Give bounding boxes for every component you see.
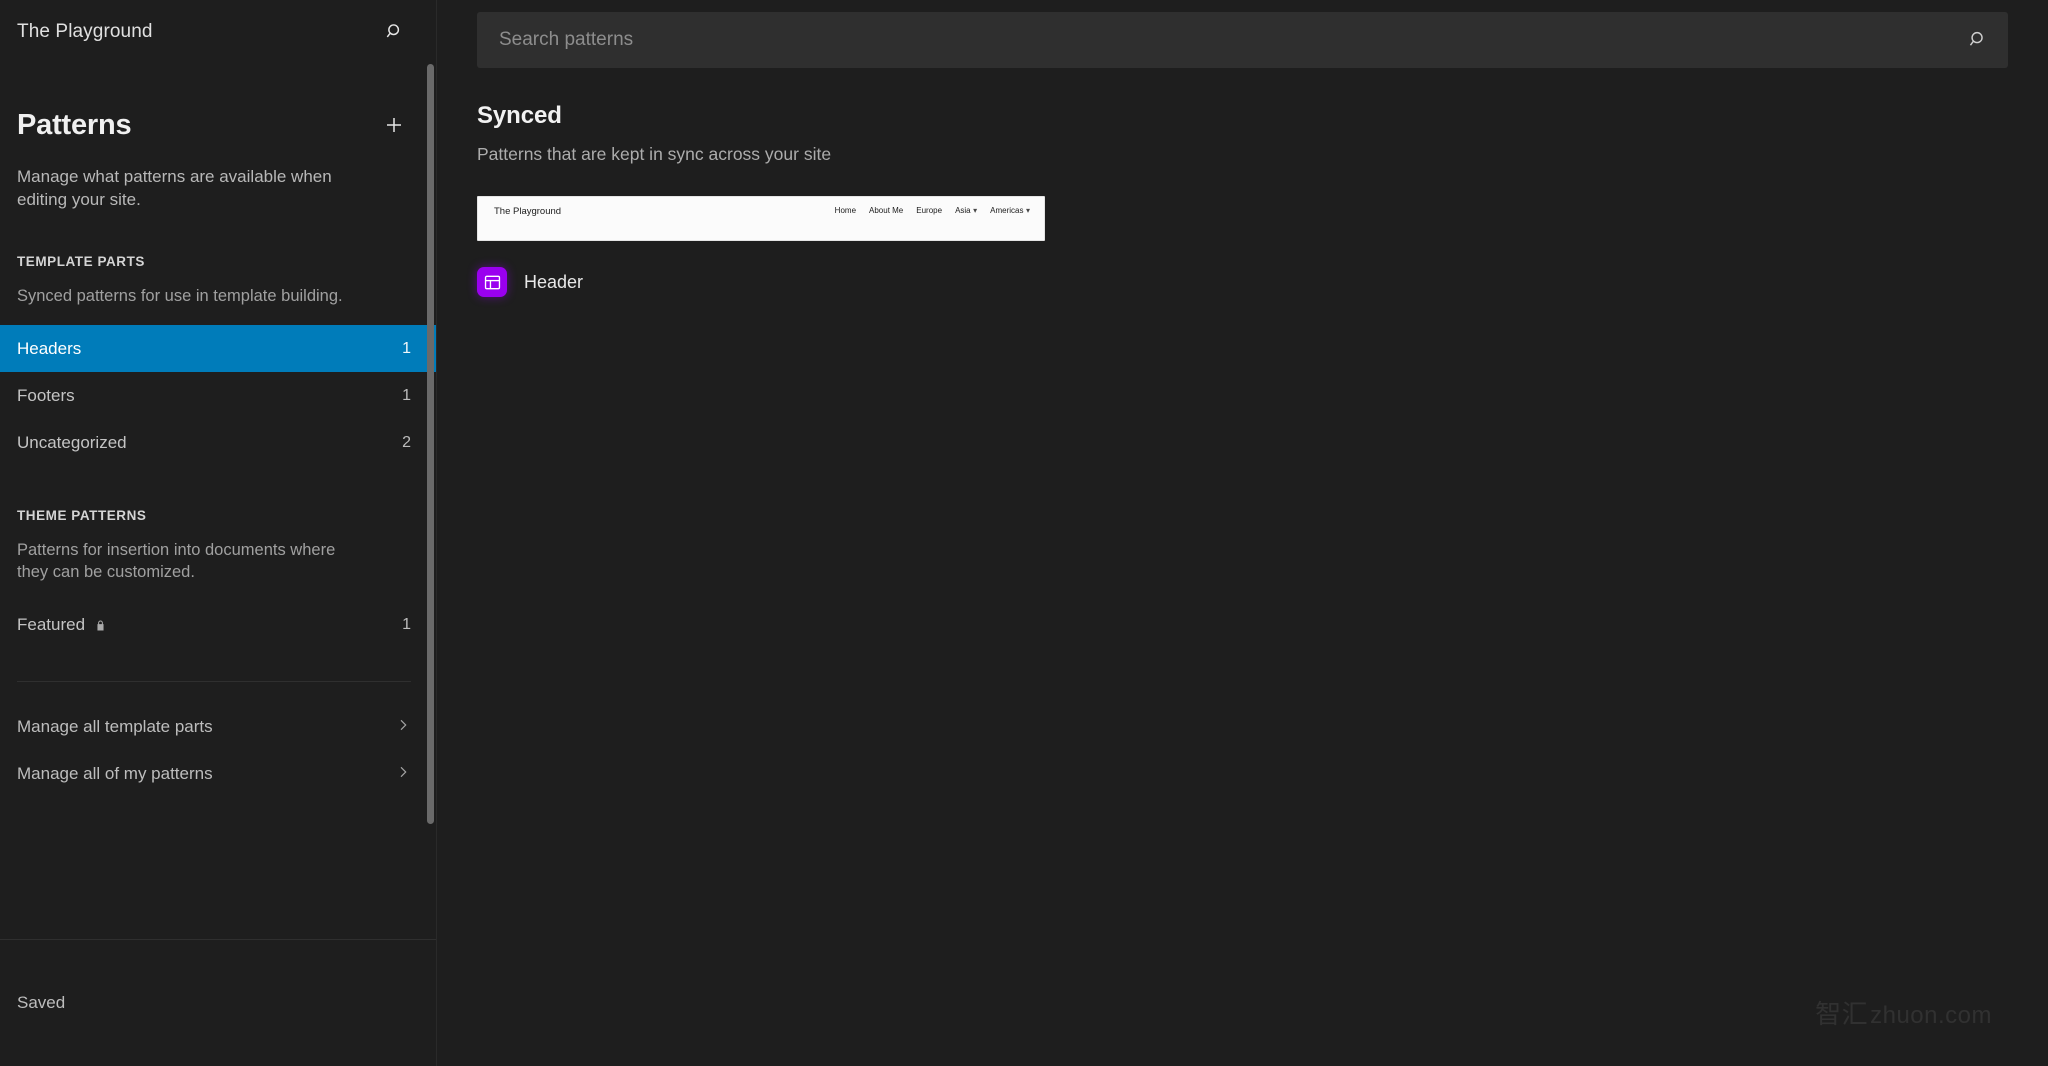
- search-input[interactable]: [477, 12, 2008, 68]
- chevron-right-icon: [395, 717, 411, 738]
- manage-all-template-parts-link[interactable]: Manage all template parts: [0, 704, 437, 751]
- section-title: Synced: [477, 102, 562, 129]
- search-icon[interactable]: [1967, 29, 1990, 52]
- sidebar-item-featured[interactable]: Featured 1: [0, 602, 437, 649]
- pattern-title: Header: [524, 271, 584, 292]
- synced-section: Synced Patterns that are kept in sync ac…: [437, 68, 2048, 297]
- search-icon[interactable]: [379, 16, 411, 48]
- plus-icon[interactable]: [377, 108, 411, 142]
- search-field[interactable]: [477, 12, 2008, 68]
- group-description-template-parts: Synced patterns for use in template buil…: [17, 286, 343, 305]
- watermark: 智汇 zhuon.com: [1815, 994, 1992, 1031]
- saved-label: Saved: [17, 993, 66, 1012]
- sidebar-item-count: 1: [402, 616, 411, 634]
- preview-nav-label: Home: [834, 206, 857, 215]
- sidebar: The Playground Patterns Manage what patt…: [0, 0, 437, 1066]
- manage-link-label: Manage all template parts: [17, 717, 213, 737]
- site-title-bar: The Playground: [0, 0, 437, 64]
- sidebar-item-uncategorized[interactable]: Uncategorized 2: [0, 419, 437, 466]
- preview-nav-item-americas: Americas ▾: [990, 206, 1030, 215]
- sidebar-item-headers[interactable]: Headers 1: [0, 325, 437, 373]
- watermark-cn: 智汇: [1815, 999, 1869, 1029]
- section-subtitle: Patterns that are kept in sync across yo…: [477, 144, 832, 164]
- sidebar-item-count: 1: [402, 386, 411, 404]
- chevron-down-icon: ▾: [973, 206, 978, 215]
- manage-all-my-patterns-link[interactable]: Manage all of my patterns: [0, 751, 437, 798]
- sidebar-item-label: Footers: [17, 385, 75, 405]
- panel-description: Manage what patterns are available when …: [17, 167, 332, 209]
- search-bar: [437, 0, 2048, 68]
- group-description-theme-patterns: Patterns for insertion into documents wh…: [17, 541, 336, 582]
- preview-nav-item-home: Home: [835, 206, 856, 215]
- patterns-header: Patterns: [0, 64, 437, 142]
- preview-nav-label: Asia: [955, 206, 971, 215]
- group-template-parts: TEMPLATE PARTS Synced patterns for use i…: [0, 254, 437, 466]
- preview-navigation: Home About Me Europe Asia ▾ Americas ▾: [835, 206, 1030, 215]
- group-label-theme-patterns: THEME PATTERNS: [17, 508, 147, 524]
- pattern-grid: The Playground Home About Me Europe Asia…: [477, 196, 2008, 297]
- lock-icon: [94, 619, 107, 632]
- patterns-screen: The Playground Patterns Manage what patt…: [0, 0, 2048, 1066]
- preview-nav-item-europe: Europe: [916, 206, 942, 215]
- main-content: Synced Patterns that are kept in sync ac…: [437, 0, 2048, 1066]
- pattern-preview[interactable]: The Playground Home About Me Europe Asia…: [477, 196, 1045, 241]
- preview-site-title: The Playground: [494, 206, 562, 217]
- manage-links: Manage all template parts Manage all of …: [0, 682, 437, 798]
- sidebar-scrollbar[interactable]: [427, 64, 434, 824]
- site-title: The Playground: [17, 21, 153, 42]
- sidebar-item-count: 2: [402, 433, 411, 451]
- pattern-card-header[interactable]: The Playground Home About Me Europe Asia…: [477, 196, 1045, 297]
- chevron-right-icon: [395, 764, 411, 785]
- watermark-en: zhuon.com: [1870, 1002, 1992, 1029]
- manage-link-label: Manage all of my patterns: [17, 764, 213, 784]
- preview-nav-label: About Me: [869, 206, 904, 215]
- saved-status[interactable]: Saved: [0, 940, 437, 1066]
- sidebar-item-label: Featured: [17, 615, 86, 635]
- sidebar-item-label: Uncategorized: [17, 432, 127, 452]
- preview-nav-item-asia: Asia ▾: [955, 206, 977, 215]
- group-label-template-parts: TEMPLATE PARTS: [17, 253, 145, 269]
- sidebar-item-count: 1: [402, 339, 411, 357]
- sidebar-scroll-area: Patterns Manage what patterns are availa…: [0, 64, 437, 939]
- preview-nav-item-about-me: About Me: [869, 206, 903, 215]
- template-part-icon: [477, 267, 507, 297]
- chevron-down-icon: ▾: [1025, 206, 1030, 215]
- page-title: Patterns: [17, 108, 132, 141]
- pattern-meta: Header: [477, 267, 1045, 297]
- preview-nav-label: Europe: [916, 206, 943, 215]
- preview-nav-label: Americas: [990, 206, 1024, 215]
- sidebar-item-label: Headers: [17, 338, 82, 358]
- sidebar-item-footers[interactable]: Footers 1: [0, 372, 437, 419]
- group-theme-patterns: THEME PATTERNS Patterns for insertion in…: [0, 508, 437, 649]
